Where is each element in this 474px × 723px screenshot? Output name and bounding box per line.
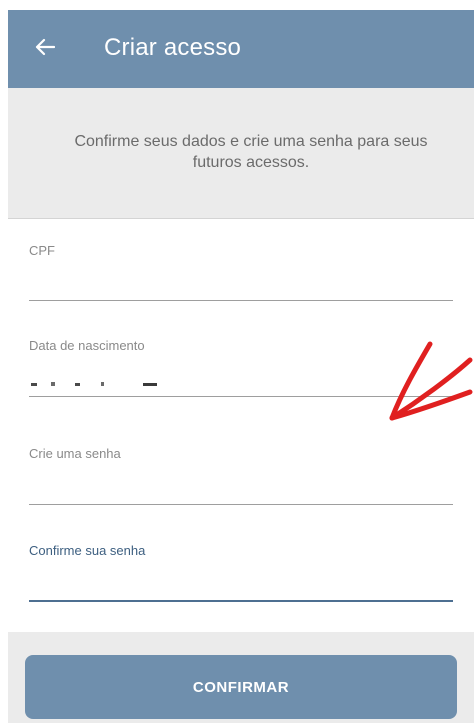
confirm-password-field[interactable]: Confirme sua senha xyxy=(29,540,453,606)
red-arrow-icon xyxy=(389,341,473,421)
masked-value-icon xyxy=(31,382,157,386)
info-panel: Confirme seus dados e crie uma senha par… xyxy=(8,88,474,219)
cpf-underline xyxy=(29,300,453,301)
page-title: Criar acesso xyxy=(104,34,242,61)
create-access-screen: Criar acesso Confirme seus dados e crie … xyxy=(0,0,474,723)
birthdate-label: Data de nascimento xyxy=(29,338,145,353)
back-button[interactable] xyxy=(30,32,60,62)
confirm-password-underline xyxy=(29,600,453,602)
status-strip xyxy=(0,0,474,10)
confirm-password-input[interactable] xyxy=(29,570,453,594)
cpf-field[interactable]: CPF xyxy=(29,240,453,304)
password-underline xyxy=(29,504,453,505)
password-label: Crie uma senha xyxy=(29,446,121,461)
password-input[interactable] xyxy=(29,473,453,497)
info-message: Confirme seus dados e crie uma senha par… xyxy=(74,133,428,171)
password-field[interactable]: Crie uma senha xyxy=(29,443,453,509)
app-bar: Criar acesso xyxy=(8,10,474,88)
arrow-left-icon xyxy=(35,38,55,56)
cpf-label: CPF xyxy=(29,243,55,258)
confirm-button[interactable]: CONFIRMAR xyxy=(25,655,457,719)
confirm-password-label: Confirme sua senha xyxy=(29,543,146,558)
cpf-input[interactable] xyxy=(29,270,453,294)
